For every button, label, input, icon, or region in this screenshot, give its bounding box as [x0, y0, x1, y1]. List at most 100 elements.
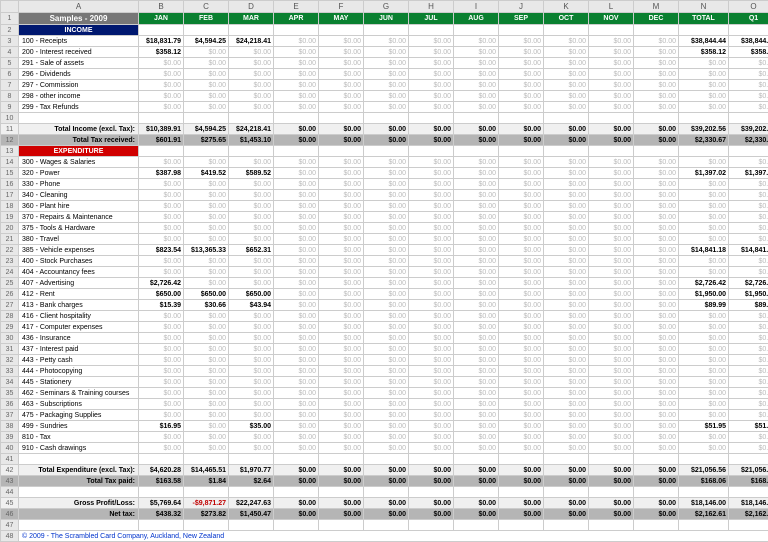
col-header-E[interactable]: E [274, 1, 319, 13]
cell[interactable]: $0.00 [229, 333, 274, 344]
cell[interactable] [634, 454, 679, 465]
cell[interactable]: $0.00 [409, 432, 454, 443]
cell[interactable]: $0.00 [139, 157, 184, 168]
cell[interactable]: $0.00 [499, 212, 544, 223]
cell[interactable]: $0.00 [319, 333, 364, 344]
cell[interactable]: $0.00 [454, 377, 499, 388]
cell[interactable]: $0.00 [634, 58, 679, 69]
cell[interactable]: $0.00 [589, 223, 634, 234]
cell[interactable]: $0.00 [589, 36, 634, 47]
cell[interactable]: $0.00 [679, 267, 729, 278]
cell[interactable]: $0.00 [544, 476, 589, 487]
cell[interactable]: $0.00 [274, 322, 319, 333]
row-label[interactable]: 404 - Accountancy fees [19, 267, 139, 278]
cell[interactable]: $0.00 [454, 267, 499, 278]
cell[interactable] [729, 520, 768, 531]
cell[interactable]: $0.00 [589, 366, 634, 377]
cell[interactable]: $0.00 [274, 355, 319, 366]
cell[interactable]: $0.00 [184, 377, 229, 388]
total-label[interactable]: Gross Profit/Loss: [19, 498, 139, 509]
cell[interactable]: $1,397.02 [729, 168, 768, 179]
cell[interactable]: $0.00 [409, 135, 454, 146]
cell[interactable]: $0.00 [409, 289, 454, 300]
col-header-F[interactable]: F [319, 1, 364, 13]
col-header-J[interactable]: J [499, 1, 544, 13]
cell[interactable]: $0.00 [454, 135, 499, 146]
cell[interactable]: $0.00 [319, 300, 364, 311]
cell[interactable]: $0.00 [454, 355, 499, 366]
cell[interactable]: $0.00 [319, 322, 364, 333]
cell[interactable]: $0.00 [274, 91, 319, 102]
total-label[interactable]: Total Income (excl. Tax): [19, 124, 139, 135]
cell[interactable]: $0.00 [634, 465, 679, 476]
cell[interactable]: $0.00 [634, 47, 679, 58]
cell[interactable]: $0.00 [229, 388, 274, 399]
cell[interactable]: $0.00 [499, 47, 544, 58]
cell[interactable]: $0.00 [634, 443, 679, 454]
cell[interactable]: $0.00 [364, 388, 409, 399]
cell[interactable]: $0.00 [589, 190, 634, 201]
month-header-MAR[interactable]: MAR [229, 13, 274, 25]
cell[interactable]: $0.00 [454, 421, 499, 432]
cell[interactable] [139, 146, 184, 157]
cell[interactable]: $21,056.56 [729, 465, 768, 476]
cell[interactable]: $0.00 [229, 234, 274, 245]
cell[interactable] [679, 520, 729, 531]
cell[interactable] [634, 487, 679, 498]
cell[interactable]: $0.00 [364, 58, 409, 69]
cell[interactable]: $0.00 [274, 498, 319, 509]
cell[interactable]: $0.00 [319, 201, 364, 212]
cell[interactable]: $0.00 [409, 498, 454, 509]
cell[interactable]: $0.00 [454, 476, 499, 487]
cell[interactable]: $0.00 [364, 465, 409, 476]
cell[interactable]: $0.00 [589, 509, 634, 520]
cell[interactable]: $0.00 [364, 91, 409, 102]
cell[interactable]: $0.00 [544, 124, 589, 135]
cell[interactable]: $0.00 [364, 223, 409, 234]
cell[interactable]: $0.00 [409, 278, 454, 289]
cell[interactable]: $0.00 [454, 322, 499, 333]
cell[interactable]: $5,769.64 [139, 498, 184, 509]
cell[interactable] [184, 487, 229, 498]
cell[interactable]: $0.00 [729, 410, 768, 421]
cell[interactable] [544, 487, 589, 498]
cell[interactable]: $0.00 [544, 267, 589, 278]
cell[interactable]: $0.00 [409, 388, 454, 399]
cell[interactable]: $0.00 [544, 168, 589, 179]
cell[interactable]: $35.00 [229, 421, 274, 432]
cell[interactable]: $0.00 [229, 322, 274, 333]
cell[interactable]: $0.00 [409, 333, 454, 344]
cell[interactable]: $0.00 [729, 179, 768, 190]
cell[interactable] [454, 146, 499, 157]
cell[interactable] [364, 454, 409, 465]
cell[interactable] [729, 146, 768, 157]
cell[interactable]: $0.00 [319, 509, 364, 520]
cell[interactable]: $0.00 [319, 498, 364, 509]
cell[interactable]: $0.00 [544, 355, 589, 366]
cell[interactable]: $0.00 [589, 476, 634, 487]
cell[interactable]: $0.00 [409, 311, 454, 322]
cell[interactable]: $0.00 [544, 399, 589, 410]
cell[interactable]: $1,950.00 [729, 289, 768, 300]
cell[interactable]: $0.00 [184, 278, 229, 289]
cell[interactable]: $0.00 [319, 355, 364, 366]
cell[interactable] [679, 487, 729, 498]
cell[interactable]: $0.00 [229, 399, 274, 410]
cell[interactable]: $0.00 [544, 47, 589, 58]
cell[interactable]: $0.00 [634, 421, 679, 432]
cell[interactable]: $0.00 [499, 465, 544, 476]
cell[interactable]: $0.00 [634, 124, 679, 135]
cell[interactable]: $0.00 [184, 47, 229, 58]
cell[interactable]: $0.00 [499, 168, 544, 179]
cell[interactable]: $0.00 [634, 311, 679, 322]
cell[interactable]: $0.00 [499, 135, 544, 146]
cell[interactable]: $0.00 [499, 245, 544, 256]
cell[interactable]: $0.00 [589, 333, 634, 344]
cell[interactable]: $0.00 [634, 267, 679, 278]
cell[interactable]: $387.98 [139, 168, 184, 179]
cell[interactable] [139, 25, 184, 36]
cell[interactable]: $0.00 [589, 421, 634, 432]
cell[interactable]: $2,330.67 [729, 135, 768, 146]
cell[interactable]: $0.00 [454, 245, 499, 256]
cell[interactable] [589, 146, 634, 157]
